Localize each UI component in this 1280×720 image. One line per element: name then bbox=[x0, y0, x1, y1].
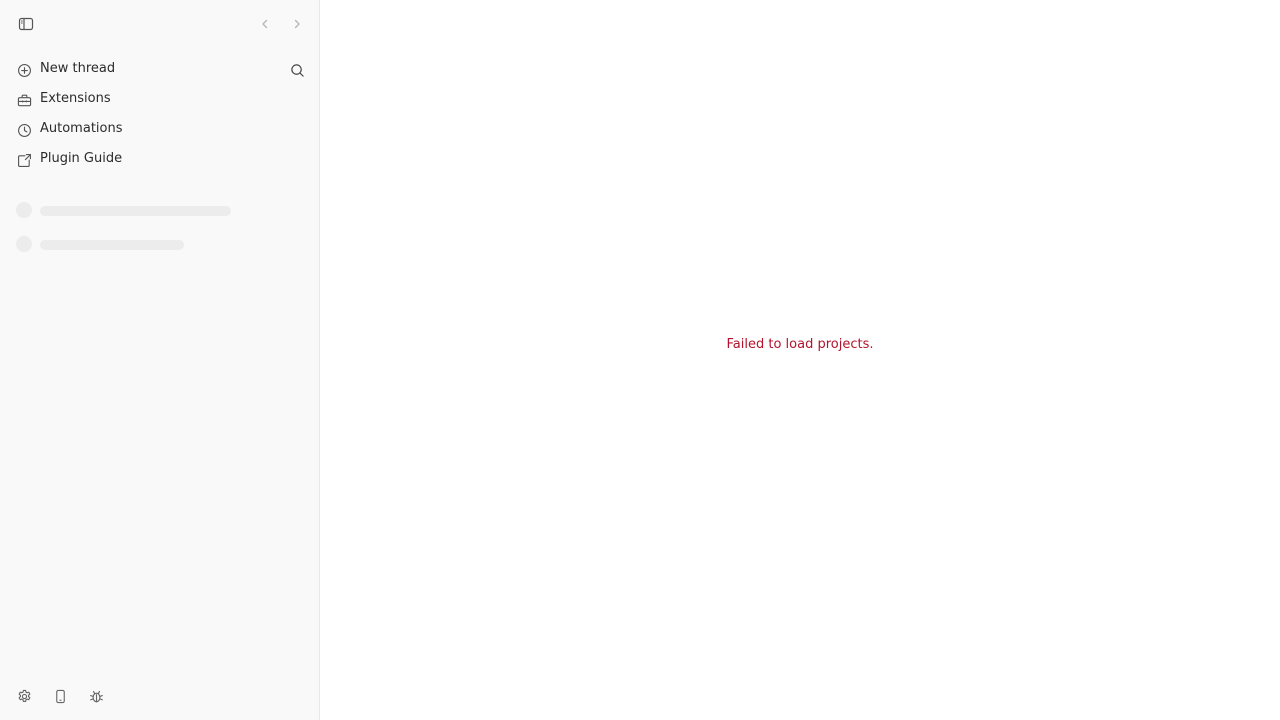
loading-placeholder-dot bbox=[16, 236, 32, 252]
app-window: New thread Extensions Automations Plugin… bbox=[0, 0, 1280, 720]
toolbox-icon bbox=[16, 92, 32, 108]
search-icon[interactable] bbox=[287, 60, 307, 80]
sidebar-item-new-thread[interactable]: New thread bbox=[0, 54, 319, 84]
chevron-left-icon[interactable] bbox=[253, 12, 277, 36]
sidebar-item-label: Automations bbox=[40, 121, 123, 136]
gear-icon[interactable] bbox=[12, 684, 36, 708]
sidebar-item-label: Plugin Guide bbox=[40, 151, 123, 166]
loading-placeholder-dot bbox=[16, 202, 32, 218]
phone-icon[interactable] bbox=[48, 684, 72, 708]
sidebar-item-label: Extensions bbox=[40, 91, 111, 106]
loading-placeholder-bar bbox=[40, 240, 184, 250]
sidebar-nav: New thread Extensions Automations Plugin… bbox=[0, 54, 319, 174]
loading-placeholder bbox=[0, 202, 319, 218]
sidebar-item-extensions[interactable]: Extensions bbox=[0, 84, 319, 114]
plugin-icon bbox=[16, 152, 32, 168]
plus-circle-icon bbox=[16, 62, 32, 78]
sidebar-item-label: New thread bbox=[40, 61, 116, 76]
bug-icon[interactable] bbox=[84, 684, 108, 708]
chevron-right-icon[interactable] bbox=[285, 12, 309, 36]
sidebar-topbar bbox=[0, 0, 319, 48]
sidebar-toggle-icon[interactable] bbox=[14, 12, 38, 36]
sidebar: New thread Extensions Automations Plugin… bbox=[0, 0, 320, 720]
sidebar-footer bbox=[0, 684, 319, 708]
main-content: Failed to load projects. bbox=[320, 0, 1280, 720]
error-message: Failed to load projects. bbox=[726, 337, 874, 352]
sidebar-item-plugin-guide[interactable]: Plugin Guide bbox=[0, 144, 319, 174]
clock-icon bbox=[16, 122, 32, 138]
loading-placeholder-bar bbox=[40, 206, 231, 216]
sidebar-item-automations[interactable]: Automations bbox=[0, 114, 319, 144]
loading-placeholder bbox=[0, 236, 319, 252]
